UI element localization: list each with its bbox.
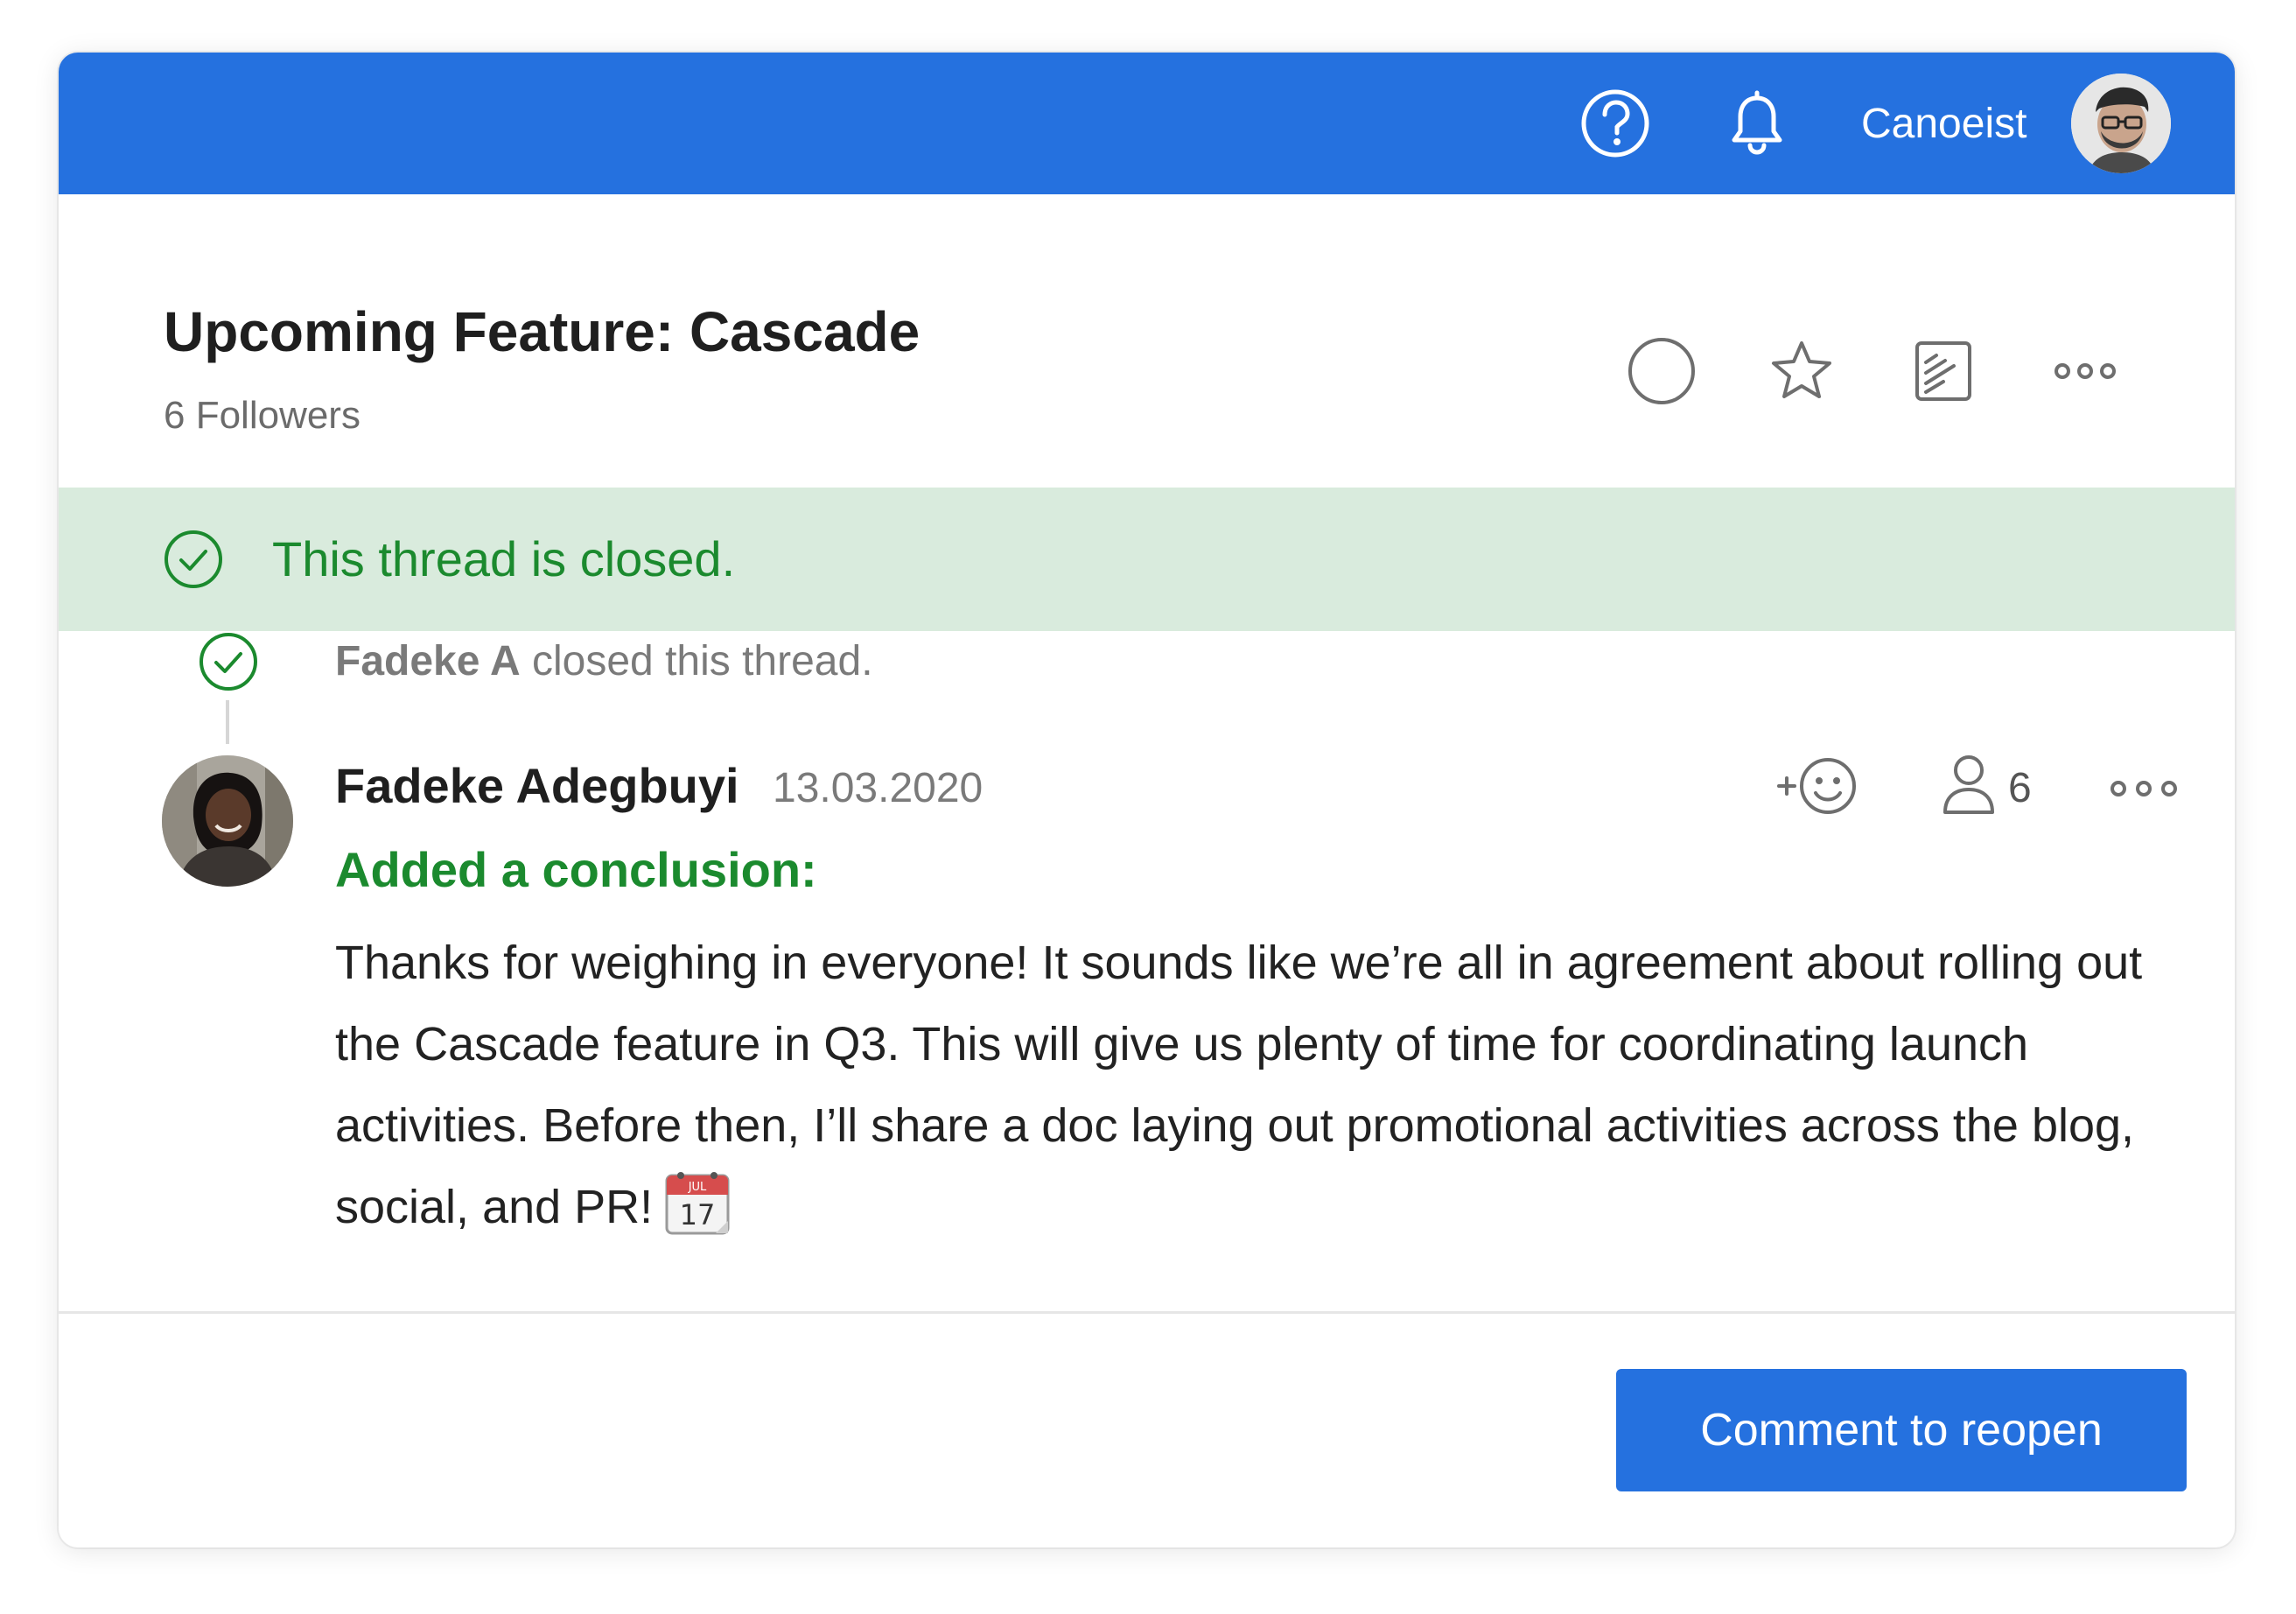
thread-header: Upcoming Feature: Cascade 6 Followers [59, 194, 2235, 488]
thread-title: Upcoming Feature: Cascade [164, 300, 920, 363]
user-name[interactable]: Canoeist [1861, 98, 2026, 151]
closed-banner: This thread is closed. [59, 488, 2235, 631]
calendar-day: 17 [680, 1198, 716, 1232]
top-bar: Canoeist [59, 53, 2235, 194]
timeline-connector [226, 700, 229, 744]
comment-text: Thanks for weighing in everyone! It soun… [335, 937, 2143, 1233]
comment-more-icon[interactable] [2104, 758, 2183, 819]
check-circle-icon [200, 633, 257, 691]
comment-follower-count[interactable]: 6 [2008, 758, 2032, 819]
checklist-icon[interactable] [1907, 334, 1980, 408]
comment-author-avatar[interactable] [162, 755, 293, 887]
thread-card: Canoeist Upcoming Feature: Cascade 6 Fol… [59, 53, 2235, 1547]
comment-author[interactable]: Fadeke Adegbuyi [335, 753, 739, 819]
circle-icon[interactable] [1625, 334, 1698, 408]
comment-date[interactable]: 13.03.2020 [773, 758, 983, 819]
conclusion-label: Added a conclusion: [335, 842, 817, 897]
comment-to-reopen-button[interactable]: Comment to reopen [1616, 1369, 2187, 1491]
banner-text: This thread is closed. [272, 531, 736, 586]
more-icon[interactable] [2048, 334, 2122, 408]
bell-icon[interactable] [1721, 88, 1793, 159]
check-circle-icon [164, 530, 222, 588]
calendar-icon: JUL 17 [665, 1172, 730, 1235]
followers-count[interactable]: 6 Followers [164, 394, 360, 438]
calendar-month: JUL [688, 1181, 707, 1194]
followers-icon[interactable] [1938, 749, 1999, 819]
footer-divider [59, 1311, 2235, 1314]
event-actor[interactable]: Fadeke A [335, 638, 521, 684]
comment-body: Thanks for weighing in everyone! It soun… [335, 923, 2216, 1248]
star-icon[interactable] [1765, 334, 1838, 408]
add-reaction-icon[interactable] [1775, 749, 1863, 823]
event-action: closed this thread. [520, 638, 873, 684]
close-event: Fadeke A closed this thread. [335, 634, 873, 690]
user-avatar[interactable] [2071, 74, 2171, 173]
help-icon[interactable] [1579, 88, 1651, 159]
